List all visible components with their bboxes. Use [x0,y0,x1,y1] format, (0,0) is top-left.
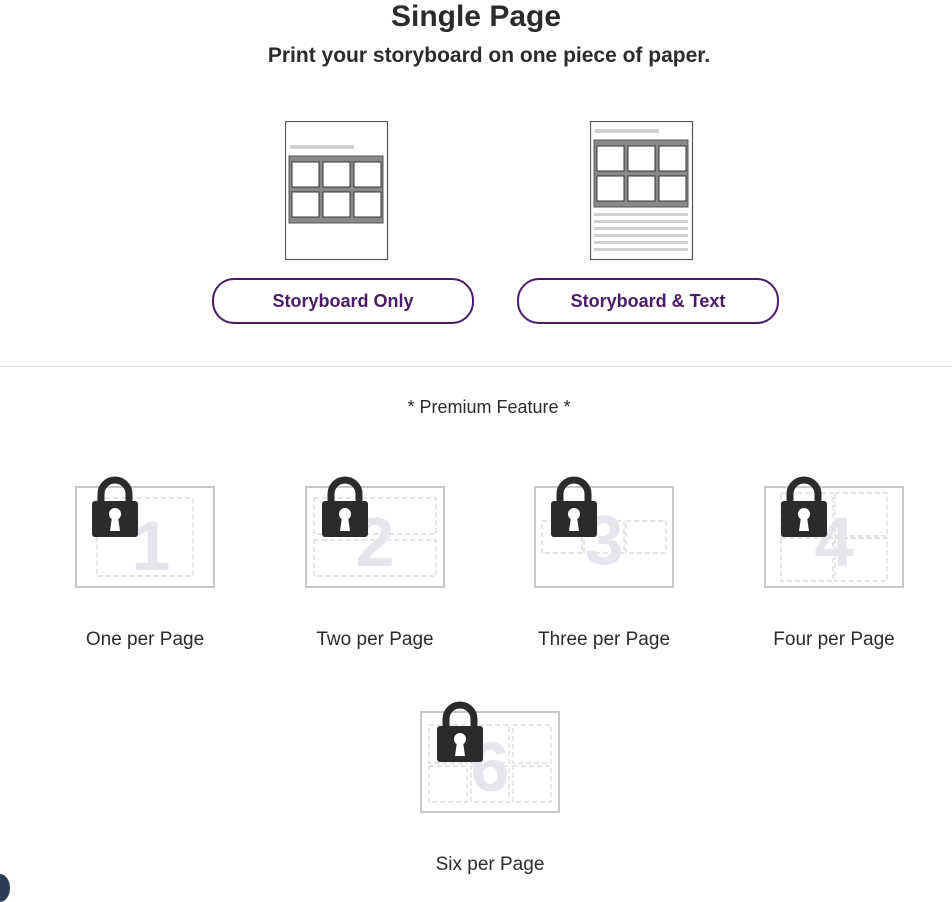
section-divider [0,366,952,367]
storyboard-only-button[interactable]: Storyboard Only [212,278,474,324]
lock-icon [551,476,597,537]
lock-icon [322,476,368,537]
premium-feature-label: * Premium Feature * [407,397,571,417]
chat-widget-button[interactable] [0,874,10,902]
layout-label: Three per Page [537,629,671,650]
lock-icon [92,476,138,537]
lock-icon [437,701,483,762]
layout-label: Four per Page [773,629,895,650]
lock-icon [781,476,827,537]
page-title: Single Page [390,0,562,33]
storyboard-text-preview[interactable] [590,121,694,261]
storyboard-text-button[interactable]: Storyboard & Text [517,278,779,324]
page-subtitle: Print your storyboard on one piece of pa… [267,44,711,67]
layout-label: Six per Page [435,854,545,875]
layout-label: One per Page [85,629,205,650]
storyboard-only-preview[interactable] [285,121,389,261]
layout-label: Two per Page [316,629,434,650]
